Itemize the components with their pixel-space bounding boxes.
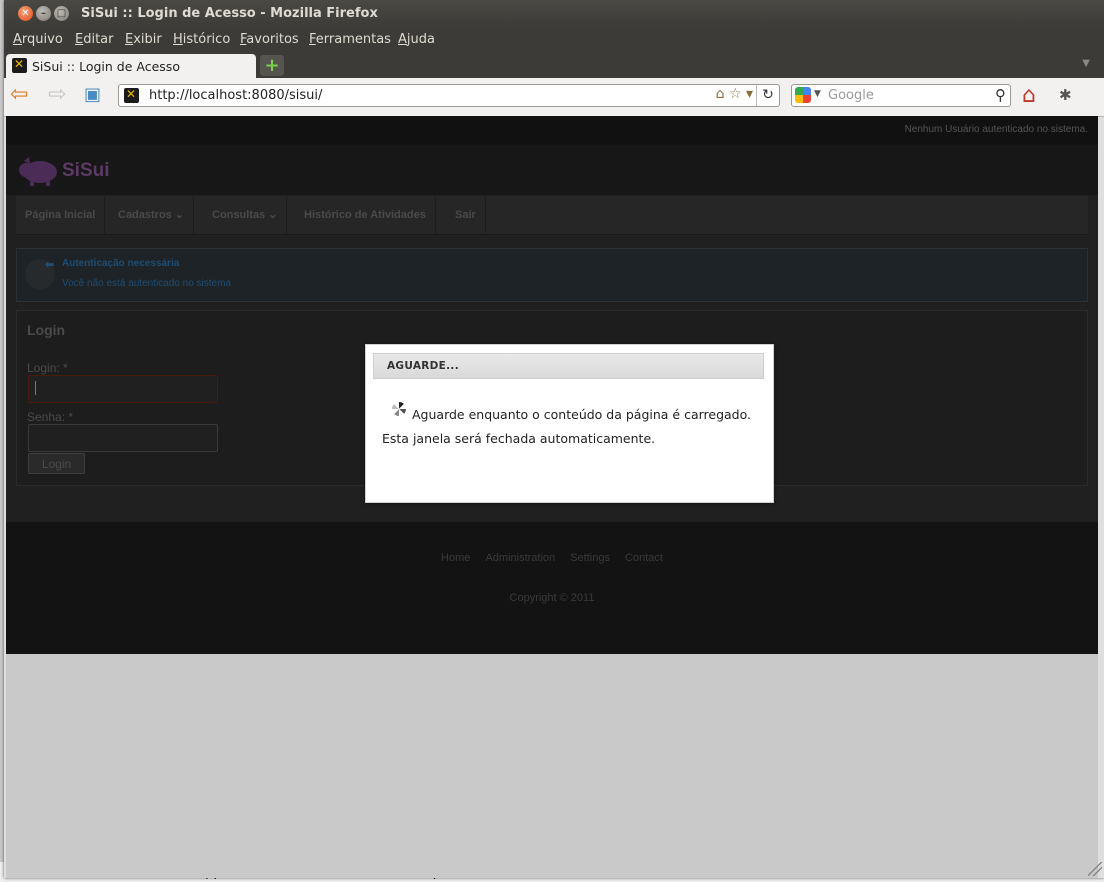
alert-text: Você não está autenticado no sistema bbox=[62, 278, 232, 289]
footer-links: Home Administration Settings Contact bbox=[6, 552, 1098, 564]
new-tab-button[interactable]: + bbox=[260, 55, 284, 76]
tab-sisui-login[interactable]: SiSui :: Login de Acesso bbox=[6, 54, 256, 78]
search-icon[interactable]: ⚲ bbox=[995, 86, 1006, 104]
footer-link-administration[interactable]: Administration bbox=[485, 552, 555, 564]
menu-editar[interactable]: Editar bbox=[75, 32, 114, 47]
nav-historico-atividades[interactable]: Histórico de Atividades bbox=[295, 196, 436, 234]
tab-label: SiSui :: Login de Acesso bbox=[32, 59, 180, 74]
maximize-window-button[interactable]: □ bbox=[54, 6, 69, 21]
url-bar[interactable]: http://localhost:8080/sisui/ ⌂ ☆ ▾ ↻ bbox=[118, 84, 780, 107]
search-input[interactable] bbox=[828, 86, 978, 105]
footer-copyright: Copyright © 2011 bbox=[509, 592, 595, 604]
sync-icon[interactable]: ▣ bbox=[84, 83, 101, 107]
pig-logo-icon bbox=[19, 157, 57, 186]
reload-button[interactable]: ↻ bbox=[756, 85, 779, 106]
home-button[interactable]: ⌂ bbox=[1022, 83, 1036, 108]
login-input[interactable] bbox=[28, 375, 218, 403]
menu-favoritos[interactable]: Favoritos bbox=[240, 32, 299, 47]
window-title: SiSui :: Login de Acesso - Mozilla Firef… bbox=[81, 6, 378, 21]
dialog-title: AGUARDE... bbox=[373, 353, 764, 379]
menu-arquivo[interactable]: Arquivo bbox=[13, 32, 63, 47]
title-bar: ✕ – □ SiSui :: Login de Acesso - Mozilla… bbox=[4, 0, 1104, 28]
menu-exibir[interactable]: Exibir bbox=[125, 32, 162, 47]
page-empty-area bbox=[6, 654, 1098, 878]
password-label: Senha: * bbox=[27, 410, 74, 424]
nav-consultas[interactable]: Consultas ⌄ bbox=[203, 196, 288, 234]
forward-button[interactable]: ⇨ bbox=[48, 83, 66, 107]
site-header: SiSui bbox=[6, 145, 1098, 195]
menu-historico[interactable]: Histórico bbox=[173, 32, 230, 47]
back-button[interactable]: ⇦ bbox=[10, 83, 28, 107]
site-footer: Home Administration Settings Contact Cop… bbox=[6, 522, 1098, 654]
google-engine-icon[interactable] bbox=[795, 87, 811, 103]
login-button[interactable]: Login bbox=[28, 453, 85, 474]
addon-bug-icon[interactable]: ✱ bbox=[1059, 86, 1072, 104]
footer-link-home[interactable]: Home bbox=[441, 552, 470, 564]
menu-ajuda[interactable]: Ajuda bbox=[398, 32, 435, 47]
navigation-toolbar: ⇦ ⇨ ▣ http://localhost:8080/sisui/ ⌂ ☆ ▾… bbox=[4, 78, 1104, 117]
menu-ferramentas[interactable]: Ferramentas bbox=[309, 32, 391, 47]
site-brand-name: SiSui bbox=[62, 160, 110, 181]
menu-bar: Arquivo Editar Exibir Histórico Favorito… bbox=[4, 28, 1104, 52]
nav-cadastros[interactable]: Cadastros ⌄ bbox=[109, 196, 195, 234]
auth-alert: ⬅ Autenticação necessária Você não está … bbox=[16, 248, 1088, 302]
loading-dialog: AGUARDE... Aguarde enquanto o conteúdo d… bbox=[365, 344, 774, 503]
login-label: Login: * bbox=[27, 361, 68, 375]
password-input[interactable] bbox=[28, 424, 218, 452]
dialog-message: Aguarde enquanto o conteúdo da página é … bbox=[382, 407, 752, 446]
footer-link-settings[interactable]: Settings bbox=[570, 552, 610, 564]
nav-pagina-inicial[interactable]: Página Inicial bbox=[16, 196, 106, 234]
main-navigation: Página Inicial Cadastros ⌄ Consultas ⌄ H… bbox=[16, 196, 1088, 235]
search-bar[interactable]: ▼ ⚲ bbox=[791, 84, 1011, 107]
text-cursor bbox=[35, 381, 36, 395]
tab-list-dropdown-icon[interactable]: ▼ bbox=[1082, 58, 1090, 69]
site-identity-icon bbox=[124, 87, 139, 103]
resize-grip-icon[interactable] bbox=[1088, 862, 1102, 876]
tab-bar: SiSui :: Login de Acesso + ▼ bbox=[4, 52, 1104, 78]
top-strip: Nenhum Usuário autenticado no sistema. bbox=[6, 116, 1098, 145]
arrow-left-icon: ⬅ bbox=[45, 259, 55, 271]
search-engine-dropdown-icon[interactable]: ▼ bbox=[814, 89, 821, 99]
login-title: Login bbox=[27, 322, 66, 338]
alert-title: Autenticação necessária bbox=[62, 258, 180, 269]
footer-link-contact[interactable]: Contact bbox=[625, 552, 663, 564]
bookmark-star-icon[interactable]: ⌂ ☆ ▾ bbox=[716, 86, 753, 102]
close-window-button[interactable]: ✕ bbox=[18, 6, 33, 21]
minimize-window-button[interactable]: – bbox=[36, 6, 51, 21]
url-text: http://localhost:8080/sisui/ bbox=[149, 88, 323, 103]
auth-notice: Nenhum Usuário autenticado no sistema. bbox=[904, 124, 1088, 135]
nav-sair[interactable]: Sair bbox=[446, 196, 486, 234]
site-favicon-icon bbox=[12, 57, 27, 73]
